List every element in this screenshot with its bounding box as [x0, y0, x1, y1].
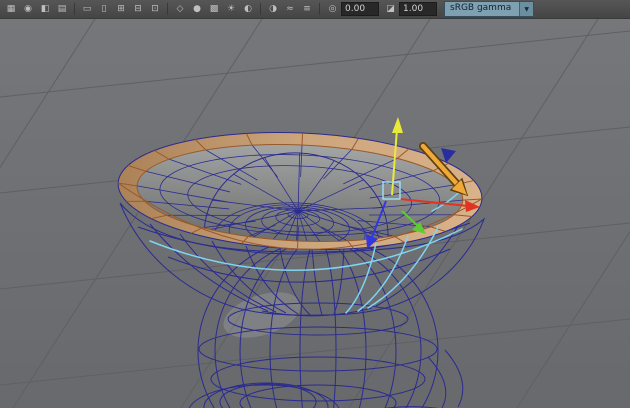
viewport-panel: ▦ ◉ ◧ ▤ ▭ ▯ ⊞ ⊟ ⊡ ◇ ● ▩ ☀ ◐ ◑ ≈ ≡ ◎ 0.00…	[0, 0, 630, 408]
textured-icon[interactable]: ▩	[206, 2, 222, 17]
field-chart-icon[interactable]: ⊟	[130, 2, 146, 17]
occlusion-icon[interactable]: ◑	[265, 2, 281, 17]
safe-action-icon[interactable]: ⊡	[147, 2, 163, 17]
camera-attributes-icon[interactable]: ▤	[54, 2, 70, 17]
toolbar-separator	[74, 3, 75, 15]
lock-camera-icon[interactable]: ◧	[37, 2, 53, 17]
goblet-model[interactable]	[113, 125, 486, 408]
exposure-field-group: ◎ 0.00	[326, 2, 379, 16]
view-transform-value: sRGB gamma	[450, 3, 512, 13]
wireframe-icon[interactable]: ◇	[172, 2, 188, 17]
select-camera-icon[interactable]: ◉	[20, 2, 36, 17]
shaded-icon[interactable]: ●	[189, 2, 205, 17]
toolbar-separator	[319, 3, 320, 15]
exposure-icon: ◎	[328, 4, 337, 14]
body-sphere-mesh[interactable]	[197, 236, 439, 408]
gamma-field-group: ◪ 1.00	[384, 2, 437, 16]
gamma-icon: ◪	[386, 4, 395, 14]
film-gate-icon[interactable]: ▭	[79, 2, 95, 17]
multisample-icon[interactable]: ≡	[299, 2, 315, 17]
toolbar-separator	[260, 3, 261, 15]
lights-icon[interactable]: ☀	[223, 2, 239, 17]
motion-blur-icon[interactable]: ≈	[282, 2, 298, 17]
exposure-input[interactable]: 0.00	[341, 2, 379, 16]
toolbar-separator	[167, 3, 168, 15]
viewport-toolbar: ▦ ◉ ◧ ▤ ▭ ▯ ⊞ ⊟ ⊡ ◇ ● ▩ ☀ ◐ ◑ ≈ ≡ ◎ 0.00…	[0, 0, 630, 19]
chevron-down-icon: ▼	[519, 2, 534, 16]
resolution-gate-icon[interactable]: ▯	[96, 2, 112, 17]
layout-shortcuts-icon[interactable]: ▦	[3, 2, 19, 17]
gamma-input[interactable]: 1.00	[399, 2, 437, 16]
gate-mask-icon[interactable]: ⊞	[113, 2, 129, 17]
viewport-canvas[interactable]	[0, 19, 630, 408]
shadows-icon[interactable]: ◐	[240, 2, 256, 17]
viewport-3d[interactable]	[0, 19, 630, 408]
view-transform-dropdown[interactable]: sRGB gamma ▼	[444, 1, 535, 17]
base-ring-mesh[interactable]	[188, 349, 470, 408]
